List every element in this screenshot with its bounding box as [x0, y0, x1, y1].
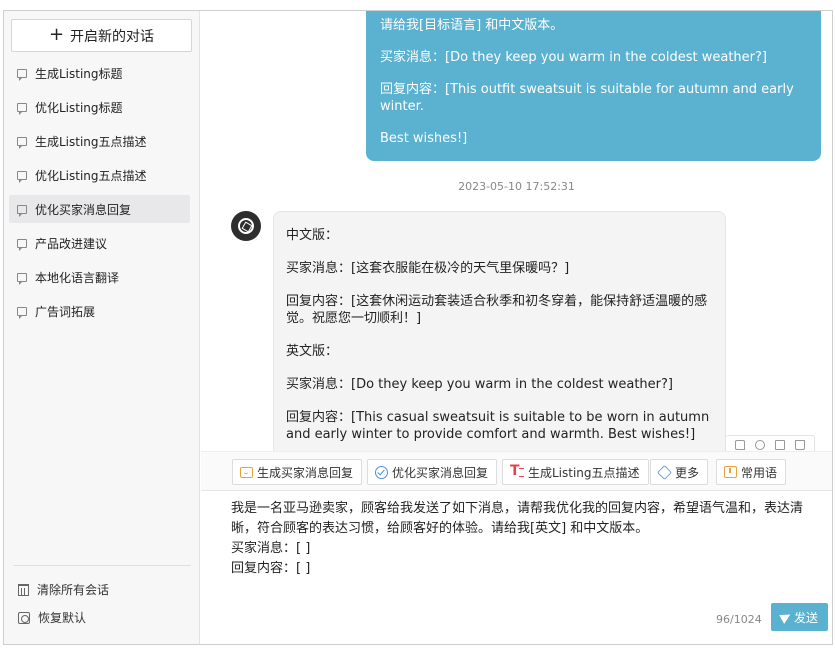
user-message-closing: Best wishes!] — [380, 131, 468, 146]
clear-all-label: 清除所有会话 — [37, 583, 110, 597]
chip-label: 常用语 — [741, 465, 778, 480]
sidebar-item-label: 广告词拓展 — [35, 304, 96, 319]
reply-icon — [240, 466, 253, 478]
restore-icon — [18, 611, 30, 624]
chip-common-phrases[interactable]: 常用语 — [716, 459, 787, 485]
cn-buyer-message: 买家消息：[这套衣服能在极冷的天气里保暖吗？] — [286, 261, 570, 276]
new-chat-label: 开启新的对话 — [70, 28, 155, 45]
conversation-list: 生成Listing标题 优化Listing标题 生成Listing五点描述 优化… — [9, 59, 190, 331]
clear-all-button[interactable]: 清除所有会话 — [18, 581, 109, 598]
chip-optimize-buyer-reply[interactable]: 优化买家消息回复 — [367, 459, 498, 485]
chat-bubble-icon — [17, 272, 27, 285]
chip-label: 更多 — [675, 465, 700, 480]
chat-bubble-icon — [17, 204, 27, 217]
user-message-buyer: 买家消息：[Do they keep you warm in the colde… — [380, 50, 767, 65]
cn-reply-content: 回复内容：[这套休闲运动套装适合秋季和初冬穿着，能保持舒适温暖的感觉。祝愿您一切… — [286, 294, 708, 326]
dislike-icon[interactable] — [755, 440, 765, 450]
app-window: + 开启新的对话 生成Listing标题 优化Listing标题 生成Listi… — [3, 10, 833, 645]
restore-default-label: 恢复默认 — [38, 611, 87, 625]
text-icon — [510, 463, 524, 479]
sidebar: + 开启新的对话 生成Listing标题 优化Listing标题 生成Listi… — [4, 11, 200, 644]
sidebar-item-label: 优化Listing五点描述 — [35, 168, 147, 183]
send-label: 发送 — [793, 610, 818, 625]
sidebar-item-optimize-listing-title[interactable]: 优化Listing标题 — [9, 93, 190, 121]
trash-icon — [18, 583, 29, 596]
chip-more[interactable]: 更多 — [650, 459, 709, 485]
message-input-area[interactable]: 我是一名亚马逊卖家，顾客给我发送了如下消息，请帮我优化我的回复内容，希望语气温和… — [201, 491, 832, 644]
quick-actions-toolbar: 生成买家消息回复 优化买家消息回复 生成Listing五点描述 更多 常用语 — [201, 451, 832, 491]
send-button[interactable]: 发送 — [771, 603, 828, 631]
phrase-icon — [724, 466, 737, 478]
user-message-line: 请给我[目标语言] 和中文版本。 — [380, 18, 564, 33]
like-icon[interactable] — [735, 440, 745, 450]
sidebar-item-label: 生成Listing五点描述 — [35, 134, 147, 149]
user-message: 请给我[目标语言] 和中文版本。 买家消息：[Do they keep you … — [366, 11, 821, 161]
en-buyer-message: 买家消息：[Do they keep you warm in the colde… — [286, 377, 673, 392]
chat-bubble-icon — [17, 102, 27, 115]
sidebar-divider — [13, 565, 191, 566]
sidebar-item-ad-keyword-expansion[interactable]: 广告词拓展 — [9, 297, 190, 325]
sidebar-item-label: 优化买家消息回复 — [35, 202, 132, 217]
sidebar-item-optimize-listing-bullets[interactable]: 优化Listing五点描述 — [9, 161, 190, 189]
en-heading: 英文版： — [286, 344, 339, 359]
optimize-icon — [375, 465, 388, 479]
chip-label: 生成买家消息回复 — [257, 465, 354, 480]
chat-bubble-icon — [17, 238, 27, 251]
message-actions — [725, 435, 815, 451]
assistant-message: 中文版： 买家消息：[这套衣服能在极冷的天气里保暖吗？] 回复内容：[这套休闲运… — [273, 211, 726, 451]
plus-icon: + — [48, 23, 65, 45]
chat-panel: 请给我[目标语言] 和中文版本。 买家消息：[Do they keep you … — [201, 11, 832, 644]
chat-bubble-icon — [17, 68, 27, 81]
en-reply-content: 回复内容：[This casual sweatsuit is suitable … — [286, 410, 710, 442]
chip-label: 生成Listing五点描述 — [528, 465, 640, 480]
sidebar-item-label: 生成Listing标题 — [35, 66, 123, 81]
chat-bubble-icon — [17, 306, 27, 319]
chat-bubble-icon — [17, 136, 27, 149]
sidebar-item-generate-listing-bullets[interactable]: 生成Listing五点描述 — [9, 127, 190, 155]
user-message-reply: 回复内容：[This outfit sweatsuit is suitable … — [380, 82, 794, 114]
sidebar-item-localization-translation[interactable]: 本地化语言翻译 — [9, 263, 190, 291]
cn-heading: 中文版： — [286, 228, 339, 243]
message-timestamp: 2023-05-10 17:52:31 — [458, 180, 575, 193]
cube-icon — [657, 464, 672, 480]
new-chat-button[interactable]: + 开启新的对话 — [11, 19, 192, 52]
sidebar-item-product-improvement[interactable]: 产品改进建议 — [9, 229, 190, 257]
copy-icon[interactable] — [775, 440, 785, 450]
chip-generate-listing-bullets[interactable]: 生成Listing五点描述 — [502, 459, 649, 485]
sidebar-item-label: 产品改进建议 — [35, 236, 108, 251]
character-counter: 96/1024 — [716, 613, 762, 626]
send-icon — [779, 610, 793, 624]
assistant-avatar — [231, 211, 261, 241]
sidebar-item-label: 优化Listing标题 — [35, 100, 123, 115]
restore-default-button[interactable]: 恢复默认 — [18, 609, 86, 626]
message-input[interactable]: 我是一名亚马逊卖家，顾客给我发送了如下消息，请帮我优化我的回复内容，希望语气温和… — [231, 499, 821, 579]
chat-bubble-icon — [17, 170, 27, 183]
chip-label: 优化买家消息回复 — [392, 465, 489, 480]
message-list[interactable]: 请给我[目标语言] 和中文版本。 买家消息：[Do they keep you … — [201, 11, 832, 451]
delete-icon[interactable] — [795, 440, 805, 450]
sidebar-item-label: 本地化语言翻译 — [35, 270, 120, 285]
openai-logo-icon — [238, 218, 254, 234]
sidebar-item-optimize-buyer-reply[interactable]: 优化买家消息回复 — [9, 195, 190, 223]
chip-generate-buyer-reply[interactable]: 生成买家消息回复 — [232, 459, 363, 485]
sidebar-item-generate-listing-title[interactable]: 生成Listing标题 — [9, 59, 190, 87]
